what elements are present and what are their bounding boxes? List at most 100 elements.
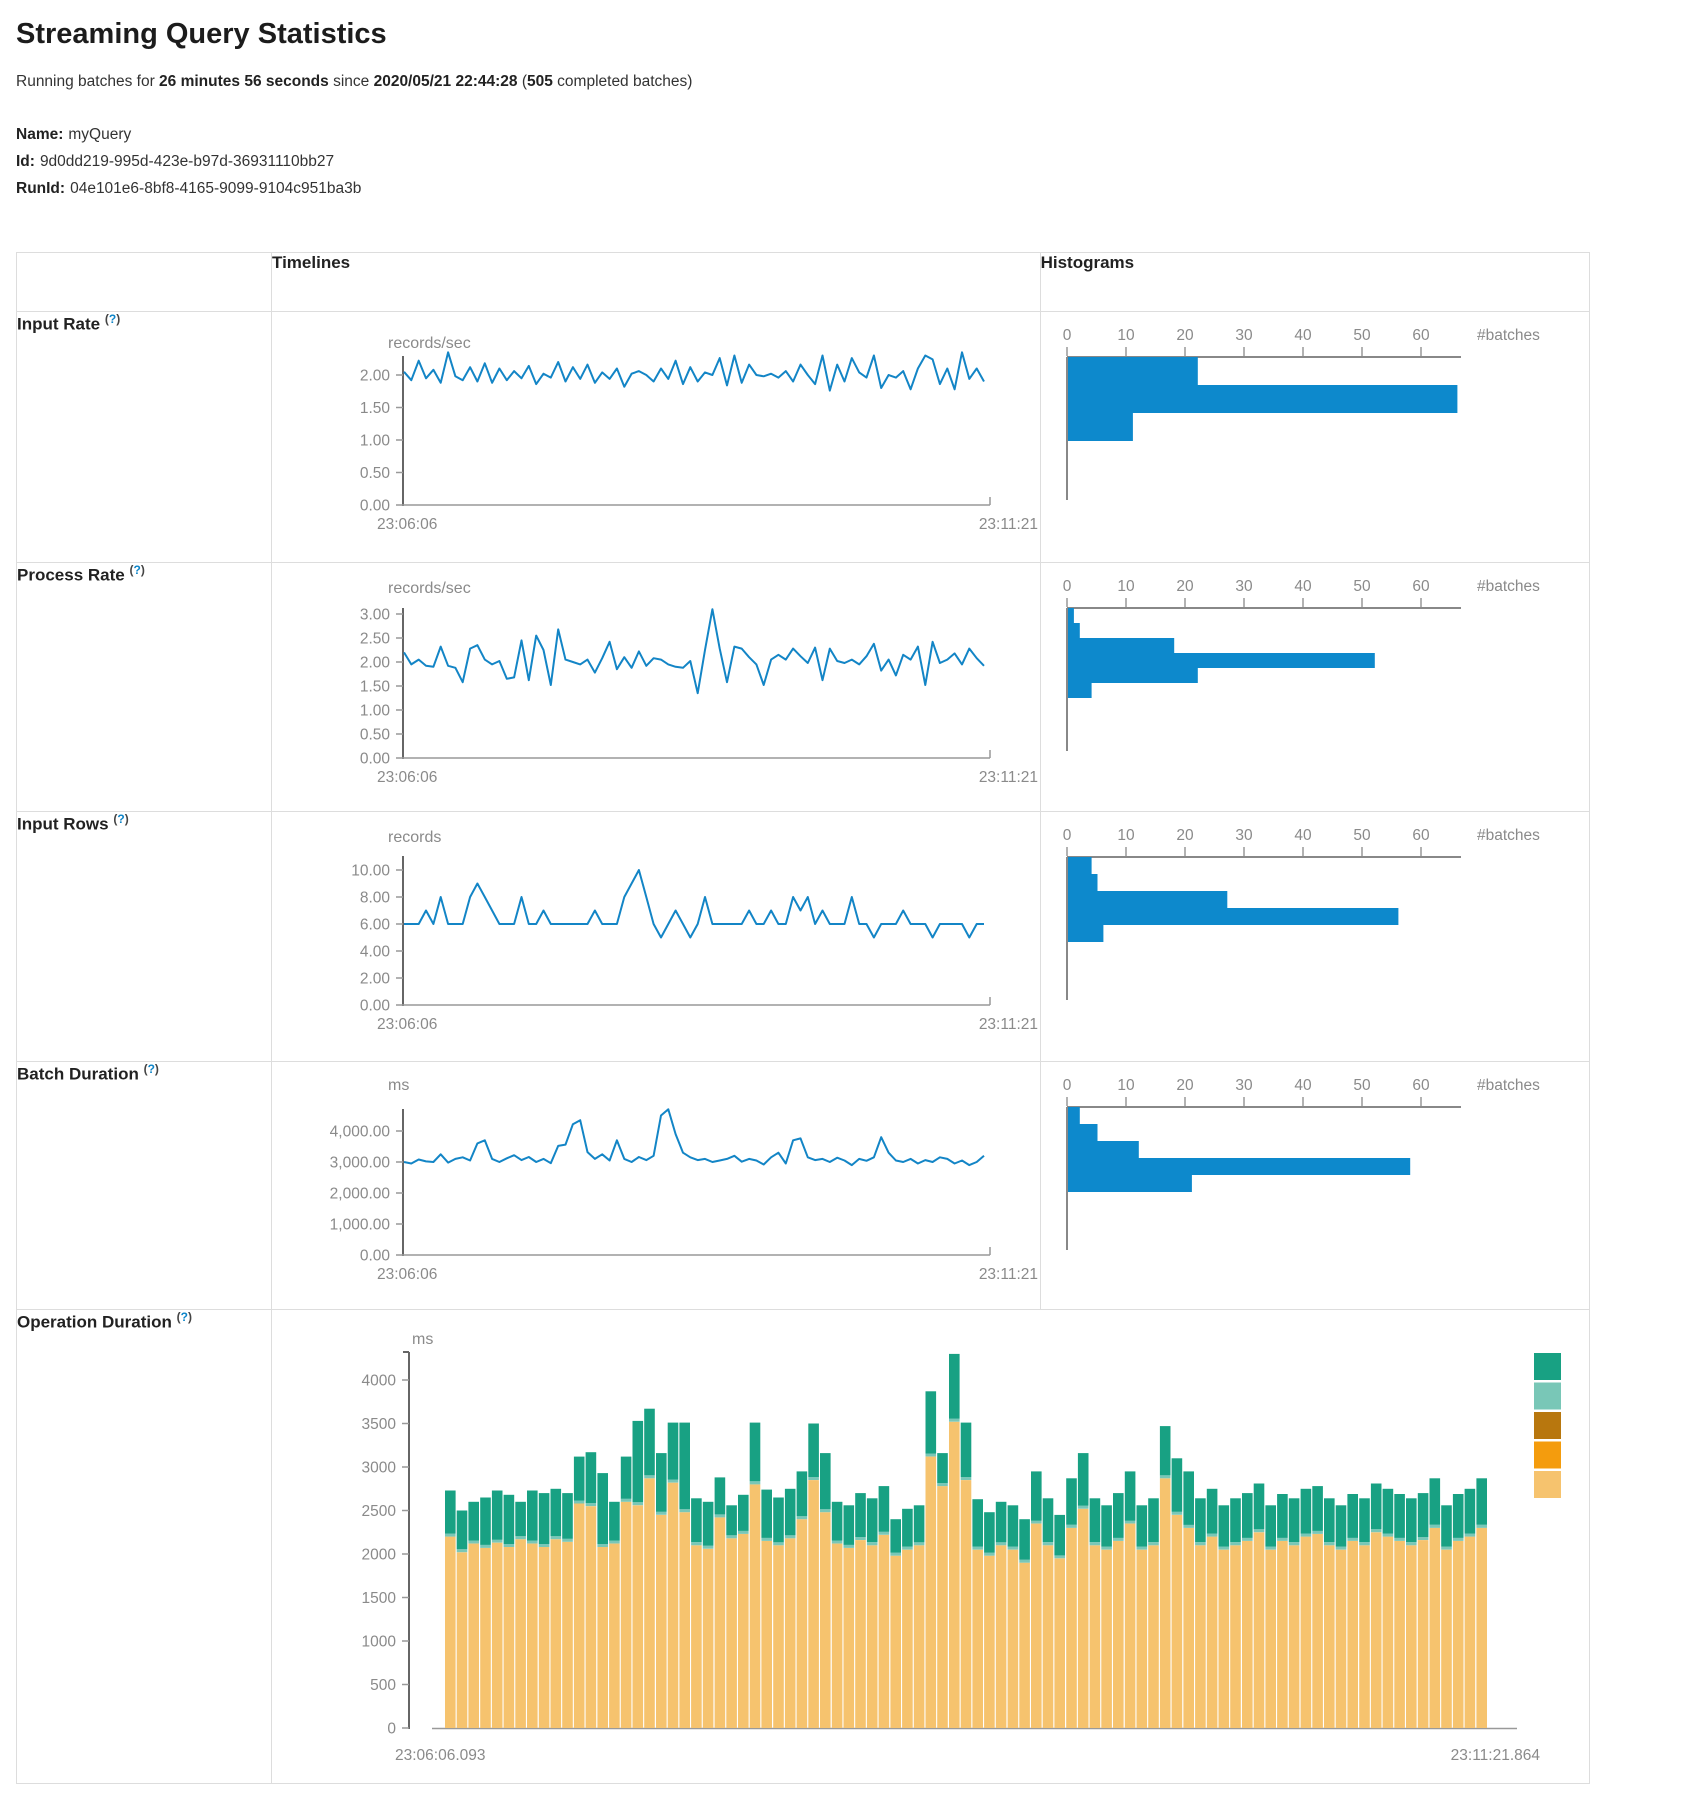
svg-text:20: 20 — [1176, 827, 1194, 844]
process-rate-timeline-cell: records/sec3.002.502.001.501.000.500.002… — [272, 563, 1041, 812]
input-rate-histogram-cell: 0102030405060#batches — [1040, 312, 1589, 563]
input-rate-label: Input Rate (?) — [17, 312, 272, 563]
svg-text:6.00: 6.00 — [360, 917, 391, 934]
svg-text:#batches: #batches — [1477, 827, 1540, 844]
completed-batch-count: 505 — [527, 73, 553, 90]
svg-text:20: 20 — [1176, 1077, 1194, 1094]
svg-text:0.00: 0.00 — [360, 751, 391, 768]
svg-text:0.00: 0.00 — [360, 998, 391, 1015]
query-id-line: Id:9d0dd219-995d-423e-b97d-36931110bb27 — [16, 148, 1677, 175]
svg-text:1.50: 1.50 — [360, 679, 391, 696]
svg-text:2,000.00: 2,000.00 — [330, 1186, 391, 1203]
query-name-line: Name:myQuery — [16, 121, 1677, 148]
batch-duration-histogram-chart: 0102030405060#batches — [1041, 1062, 1589, 1309]
batch-duration-histogram-cell: 0102030405060#batches — [1040, 1062, 1589, 1310]
svg-text:50: 50 — [1353, 327, 1371, 344]
svg-text:0.50: 0.50 — [360, 465, 391, 482]
input-rate-histogram-chart: 0102030405060#batches — [1041, 312, 1589, 562]
streaming-query-statistics-page: Streaming Query Statistics Running batch… — [0, 0, 1693, 1820]
svg-text:50: 50 — [1353, 1077, 1371, 1094]
svg-text:20: 20 — [1176, 578, 1194, 595]
svg-text:40: 40 — [1294, 578, 1312, 595]
input-rows-help-icon[interactable]: (?) — [113, 812, 128, 826]
svg-text:ms: ms — [388, 1077, 409, 1094]
input-rows-histogram-cell: 0102030405060#batches — [1040, 812, 1589, 1062]
svg-text:4,000.00: 4,000.00 — [330, 1124, 391, 1141]
table-header-row: Timelines Histograms — [17, 253, 1590, 312]
svg-text:23:11:21.864: 23:11:21.864 — [1451, 1747, 1541, 1764]
svg-text:3,000.00: 3,000.00 — [330, 1155, 391, 1172]
svg-text:0: 0 — [1062, 327, 1071, 344]
query-metadata: Name:myQuery Id:9d0dd219-995d-423e-b97d-… — [16, 121, 1677, 202]
svg-text:0: 0 — [1062, 1077, 1071, 1094]
svg-text:0: 0 — [387, 1721, 396, 1738]
input-rows-timeline-chart: records10.008.006.004.002.000.0023:06:06… — [272, 812, 1039, 1061]
operation-duration-help-icon[interactable]: (?) — [177, 1310, 192, 1324]
input-rows-label: Input Rows (?) — [17, 812, 272, 1062]
svg-text:60: 60 — [1412, 1077, 1430, 1094]
start-timestamp: 2020/05/21 22:44:28 — [374, 73, 518, 90]
svg-text:0: 0 — [1062, 578, 1071, 595]
operation-duration-label: Operation Duration (?) — [17, 1310, 272, 1784]
svg-text:2.00: 2.00 — [360, 368, 391, 385]
svg-text:10.00: 10.00 — [351, 863, 390, 880]
input-rows-timeline-cell: records10.008.006.004.002.000.0023:06:06… — [272, 812, 1041, 1062]
batch-duration-help-icon[interactable]: (?) — [144, 1062, 159, 1076]
input-rate-timeline-cell: records/sec2.001.501.000.500.0023:06:062… — [272, 312, 1041, 563]
query-runid-line: RunId:04e101e6-8bf8-4165-9099-9104c951ba… — [16, 175, 1677, 202]
input-rate-help-icon[interactable]: (?) — [105, 312, 120, 326]
svg-text:60: 60 — [1412, 327, 1430, 344]
svg-text:0.00: 0.00 — [360, 1248, 391, 1265]
svg-text:0.50: 0.50 — [360, 727, 391, 744]
svg-text:60: 60 — [1412, 827, 1430, 844]
process-rate-histogram-chart: 0102030405060#batches — [1041, 563, 1589, 811]
operation-duration-row: Operation Duration (?) ms400035003000250… — [17, 1310, 1590, 1784]
svg-text:1.50: 1.50 — [360, 400, 391, 417]
svg-text:#batches: #batches — [1477, 327, 1540, 344]
process-rate-label: Process Rate (?) — [17, 563, 272, 812]
process-rate-row: Process Rate (?) records/sec3.002.502.00… — [17, 563, 1590, 812]
svg-text:1,000.00: 1,000.00 — [330, 1217, 391, 1234]
svg-text:10: 10 — [1117, 827, 1135, 844]
svg-text:23:11:21: 23:11:21 — [979, 1016, 1038, 1033]
svg-text:40: 40 — [1294, 327, 1312, 344]
svg-text:2.50: 2.50 — [360, 631, 391, 648]
svg-text:2500: 2500 — [362, 1503, 397, 1520]
svg-text:40: 40 — [1294, 1077, 1312, 1094]
operation-duration-chart-cell: ms4000350030002500200015001000500023:06:… — [272, 1310, 1590, 1784]
input-rows-row: Input Rows (?) records10.008.006.004.002… — [17, 812, 1590, 1062]
svg-text:500: 500 — [370, 1677, 396, 1694]
svg-text:records: records — [388, 829, 441, 846]
svg-text:1500: 1500 — [362, 1590, 397, 1607]
process-rate-timeline-chart: records/sec3.002.502.001.501.000.500.002… — [272, 563, 1039, 811]
batch-duration-row: Batch Duration (?) ms 4,000.00 3,000.00 2,0… — [17, 1062, 1590, 1310]
svg-text:1.00: 1.00 — [360, 703, 391, 720]
svg-text:23:11:21: 23:11:21 — [979, 1266, 1038, 1283]
svg-text:23:06:06: 23:06:06 — [377, 1016, 437, 1033]
input-rate-row: Input Rate (?) records/sec2.001.501.000.… — [17, 312, 1590, 563]
svg-text:23:06:06: 23:06:06 — [377, 769, 437, 786]
svg-text:23:06:06.093: 23:06:06.093 — [395, 1747, 486, 1764]
svg-text:2000: 2000 — [362, 1547, 397, 1564]
svg-text:3500: 3500 — [362, 1416, 397, 1433]
page-title: Streaming Query Statistics — [16, 18, 1677, 51]
svg-text:#batches: #batches — [1477, 1077, 1540, 1094]
svg-text:23:11:21: 23:11:21 — [979, 769, 1038, 786]
svg-text:3.00: 3.00 — [360, 607, 391, 624]
svg-text:40: 40 — [1294, 827, 1312, 844]
header-histograms: Histograms — [1040, 253, 1589, 312]
header-empty — [17, 253, 272, 312]
svg-text:30: 30 — [1235, 327, 1253, 344]
process-rate-help-icon[interactable]: (?) — [129, 563, 144, 577]
batch-duration-label: Batch Duration (?) — [17, 1062, 272, 1310]
svg-text:0.00: 0.00 — [360, 498, 391, 515]
svg-text:30: 30 — [1235, 1077, 1253, 1094]
svg-text:30: 30 — [1235, 827, 1253, 844]
running-batches-summary: Running batches for 26 minutes 56 second… — [16, 73, 1677, 91]
svg-text:0: 0 — [1062, 827, 1071, 844]
statistics-table: Timelines Histograms Input Rate (?) reco… — [16, 252, 1590, 1784]
query-runid-value: 04e101e6-8bf8-4165-9099-9104c951ba3b — [70, 180, 361, 197]
svg-text:30: 30 — [1235, 578, 1253, 595]
svg-text:23:06:06: 23:06:06 — [377, 516, 437, 533]
input-rows-histogram-chart: 0102030405060#batches — [1041, 812, 1589, 1061]
